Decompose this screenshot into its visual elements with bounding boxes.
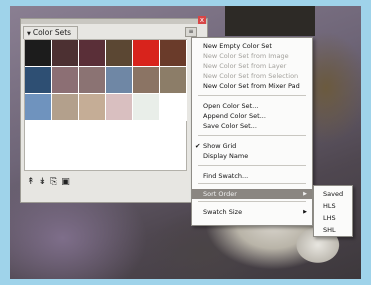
painting-dark-area — [225, 6, 315, 36]
menu-item-new-color-set-from-selection: New Color Set from Selection — [192, 71, 312, 81]
color-swatch[interactable] — [52, 40, 79, 67]
menu-separator — [198, 165, 306, 166]
menu-item-new-empty-color-set[interactable]: New Empty Color Set — [192, 41, 312, 51]
color-swatch[interactable] — [79, 67, 106, 94]
menu-item-label: Sort Order — [203, 190, 237, 198]
menu-item-new-color-set-from-layer: New Color Set from Layer — [192, 61, 312, 71]
checkmark-icon: ✔ — [195, 142, 201, 150]
color-swatch[interactable] — [52, 67, 79, 94]
color-swatch[interactable] — [79, 40, 106, 67]
color-swatch[interactable] — [160, 94, 187, 121]
menu-item-label: New Color Set from Selection — [203, 72, 299, 80]
menu-separator — [198, 183, 306, 184]
menu-item-display-name[interactable]: Display Name — [192, 151, 312, 161]
color-swatch[interactable] — [133, 67, 160, 94]
collapse-triangle-icon[interactable]: ▼ — [27, 31, 31, 37]
menu-item-new-color-set-from-image: New Color Set from Image — [192, 51, 312, 61]
menu-item-label: New Color Set from Layer — [203, 62, 287, 70]
sort-option-lhs[interactable]: LHS — [314, 213, 352, 223]
color-swatch[interactable] — [106, 40, 133, 67]
menu-item-swatch-size[interactable]: Swatch Size ▶ — [192, 207, 312, 217]
color-swatch[interactable] — [79, 94, 106, 121]
menu-separator — [198, 95, 306, 96]
color-swatch[interactable] — [25, 94, 52, 121]
menu-item-find-swatch[interactable]: Find Swatch... — [192, 171, 312, 181]
color-swatch[interactable] — [133, 94, 160, 121]
sort-option-hls[interactable]: HLS — [314, 201, 352, 211]
menu-item-show-grid[interactable]: ✔ Show Grid — [192, 141, 312, 151]
sort-option-shl[interactable]: SHL — [314, 225, 352, 235]
submenu-arrow-icon: ▶ — [303, 209, 307, 215]
menu-separator — [198, 201, 306, 202]
menu-item-label: Save Color Set... — [203, 122, 257, 130]
menu-item-sort-order[interactable]: Sort Order ▶ — [192, 189, 312, 199]
menu-item-label: Show Grid — [203, 142, 237, 150]
swatch-grid — [25, 40, 187, 121]
menu-item-label: Open Color Set... — [203, 102, 259, 110]
menu-item-label: Find Swatch... — [203, 172, 249, 180]
submenu-arrow-icon: ▶ — [303, 191, 307, 197]
menu-item-label: Append Color Set... — [203, 112, 266, 120]
menu-item-label: New Color Set from Mixer Pad — [203, 82, 300, 90]
swatch-area[interactable] — [24, 39, 187, 171]
duplicate-swatch-icon[interactable]: ⎘ — [50, 177, 57, 188]
menu-separator — [198, 135, 306, 136]
color-sets-panel: x ▼ Color Sets ≡ ↟ ↡ ⎘ ▣ — [20, 16, 208, 203]
menu-item-save-color-set[interactable]: Save Color Set... — [192, 121, 312, 131]
panel-footer: ↟ ↡ ⎘ ▣ — [27, 177, 70, 188]
sort-option-saved[interactable]: Saved — [314, 189, 352, 199]
menu-item-append-color-set[interactable]: Append Color Set... — [192, 111, 312, 121]
close-icon[interactable]: x — [198, 16, 206, 24]
color-swatch[interactable] — [25, 67, 52, 94]
tab-color-sets[interactable]: ▼ Color Sets — [23, 26, 79, 39]
panel-title-bar[interactable] — [21, 19, 207, 24]
color-swatch[interactable] — [106, 67, 133, 94]
color-swatch[interactable] — [160, 67, 187, 94]
panel-menu-button[interactable]: ≡ — [185, 27, 197, 37]
add-swatch-icon[interactable]: ↟ — [27, 177, 35, 188]
menu-item-label: Display Name — [203, 152, 249, 160]
library-icon[interactable]: ▣ — [61, 177, 70, 188]
menu-item-label: New Color Set from Image — [203, 52, 289, 60]
color-swatch[interactable] — [25, 40, 52, 67]
color-swatch[interactable] — [160, 40, 187, 67]
sort-order-submenu: Saved HLS LHS SHL — [313, 185, 353, 237]
color-swatch[interactable] — [106, 94, 133, 121]
menu-item-label: New Empty Color Set — [203, 42, 272, 50]
remove-swatch-icon[interactable]: ↡ — [39, 177, 47, 188]
color-sets-menu: New Empty Color Set New Color Set from Im… — [191, 37, 313, 226]
panel-title: Color Sets — [32, 28, 72, 37]
menu-item-open-color-set[interactable]: Open Color Set... — [192, 101, 312, 111]
color-swatch[interactable] — [52, 94, 79, 121]
menu-item-label: Swatch Size — [203, 208, 243, 216]
menu-item-new-color-set-from-mixer-pad[interactable]: New Color Set from Mixer Pad — [192, 81, 312, 91]
color-swatch[interactable] — [133, 40, 160, 67]
